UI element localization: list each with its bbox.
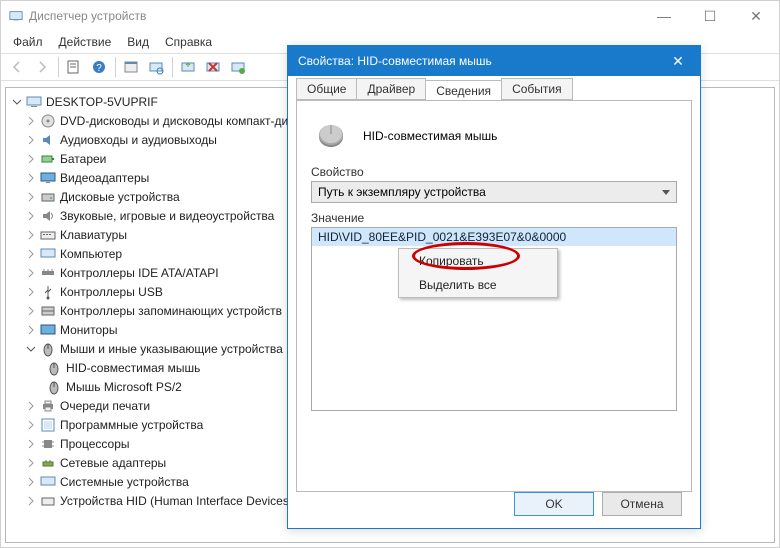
- toolbar-back[interactable]: [5, 55, 29, 79]
- toolbar-help[interactable]: ?: [87, 55, 111, 79]
- display-icon: [40, 170, 56, 186]
- value-item[interactable]: HID\VID_80EE&PID_0021&E393E07&0&0000: [312, 228, 676, 246]
- dialog-body: HID-совместимая мышь Свойство Путь к экз…: [296, 100, 692, 492]
- property-combo[interactable]: Путь к экземпляру устройства: [311, 181, 677, 203]
- chevron-right-icon[interactable]: [24, 475, 38, 489]
- properties-dialog: Свойства: HID-совместимая мышь ✕ Общие Д…: [287, 45, 701, 529]
- mouse-icon: [46, 360, 62, 376]
- battery-icon: [40, 151, 56, 167]
- main-titlebar: Диспетчер устройств — ☐ ✕: [1, 1, 779, 31]
- dialog-title: Свойства: HID-совместимая мышь: [298, 54, 656, 68]
- toolbar-prop[interactable]: [119, 55, 143, 79]
- maximize-button[interactable]: ☐: [687, 1, 733, 31]
- keyboard-icon: [40, 227, 56, 243]
- toolbar-enable[interactable]: [226, 55, 250, 79]
- chevron-down-icon[interactable]: [24, 342, 38, 356]
- disk-icon: [40, 189, 56, 205]
- mouse-icon: [311, 121, 351, 151]
- chevron-right-icon[interactable]: [24, 114, 38, 128]
- chevron-right-icon[interactable]: [24, 209, 38, 223]
- minimize-button[interactable]: —: [641, 1, 687, 31]
- toolbar-update[interactable]: [176, 55, 200, 79]
- tab-driver[interactable]: Драйвер: [356, 78, 426, 100]
- menu-file[interactable]: Файл: [5, 33, 51, 51]
- menu-help[interactable]: Справка: [157, 33, 220, 51]
- tab-general[interactable]: Общие: [296, 78, 357, 100]
- chevron-right-icon[interactable]: [24, 152, 38, 166]
- computer-icon: [40, 246, 56, 262]
- printer-icon: [40, 398, 56, 414]
- chevron-right-icon[interactable]: [24, 171, 38, 185]
- mouse-icon: [40, 341, 56, 357]
- menu-view[interactable]: Вид: [119, 33, 157, 51]
- close-button[interactable]: ✕: [733, 1, 779, 31]
- dialog-footer: OK Отмена: [514, 492, 682, 516]
- software-icon: [40, 417, 56, 433]
- network-icon: [40, 455, 56, 471]
- toolbar-uninstall[interactable]: [201, 55, 225, 79]
- storage-icon: [40, 303, 56, 319]
- sound-icon: [40, 208, 56, 224]
- device-manager-window: Диспетчер устройств — ☐ ✕ Файл Действие …: [0, 0, 780, 548]
- chevron-right-icon[interactable]: [24, 247, 38, 261]
- chevron-right-icon[interactable]: [24, 399, 38, 413]
- device-name: HID-совместимая мышь: [363, 129, 497, 143]
- cancel-button[interactable]: Отмена: [602, 492, 682, 516]
- chevron-right-icon[interactable]: [24, 494, 38, 508]
- context-copy[interactable]: Копировать: [399, 249, 557, 273]
- chevron-right-icon[interactable]: [24, 190, 38, 204]
- tab-events[interactable]: События: [501, 78, 573, 100]
- chevron-down-icon[interactable]: [10, 95, 24, 109]
- system-icon: [40, 474, 56, 490]
- value-label: Значение: [311, 211, 677, 225]
- property-label: Свойство: [311, 165, 677, 179]
- dvd-icon: [40, 113, 56, 129]
- monitor-icon: [40, 322, 56, 338]
- device-header: HID-совместимая мышь: [311, 115, 677, 157]
- mouse-icon: [46, 379, 62, 395]
- context-menu: Копировать Выделить все: [398, 248, 558, 298]
- tab-details[interactable]: Сведения: [425, 80, 502, 101]
- chevron-right-icon[interactable]: [24, 133, 38, 147]
- svg-text:?: ?: [96, 63, 102, 74]
- chevron-right-icon[interactable]: [24, 304, 38, 318]
- ide-icon: [40, 265, 56, 281]
- chevron-right-icon[interactable]: [24, 285, 38, 299]
- usb-icon: [40, 284, 56, 300]
- chevron-right-icon[interactable]: [24, 437, 38, 451]
- tree-root-label: DESKTOP-5VUPRIF: [46, 95, 158, 109]
- menu-action[interactable]: Действие: [51, 33, 120, 51]
- context-select-all[interactable]: Выделить все: [399, 273, 557, 297]
- dialog-tabs: Общие Драйвер Сведения События: [288, 76, 700, 100]
- hid-icon: [40, 493, 56, 509]
- toolbar-forward[interactable]: [30, 55, 54, 79]
- toolbar-scan[interactable]: [144, 55, 168, 79]
- audio-icon: [40, 132, 56, 148]
- chevron-right-icon[interactable]: [24, 418, 38, 432]
- computer-icon: [26, 94, 42, 110]
- dialog-titlebar: Свойства: HID-совместимая мышь ✕: [288, 46, 700, 76]
- chevron-right-icon[interactable]: [24, 266, 38, 280]
- chevron-right-icon[interactable]: [24, 323, 38, 337]
- value-listbox[interactable]: HID\VID_80EE&PID_0021&E393E07&0&0000 Коп…: [311, 227, 677, 411]
- toolbar-showall[interactable]: [62, 55, 86, 79]
- chevron-right-icon[interactable]: [24, 228, 38, 242]
- cpu-icon: [40, 436, 56, 452]
- ok-button[interactable]: OK: [514, 492, 594, 516]
- main-title: Диспетчер устройств: [29, 9, 641, 23]
- device-manager-icon: [9, 9, 23, 23]
- dialog-close-button[interactable]: ✕: [656, 46, 700, 76]
- chevron-right-icon[interactable]: [24, 456, 38, 470]
